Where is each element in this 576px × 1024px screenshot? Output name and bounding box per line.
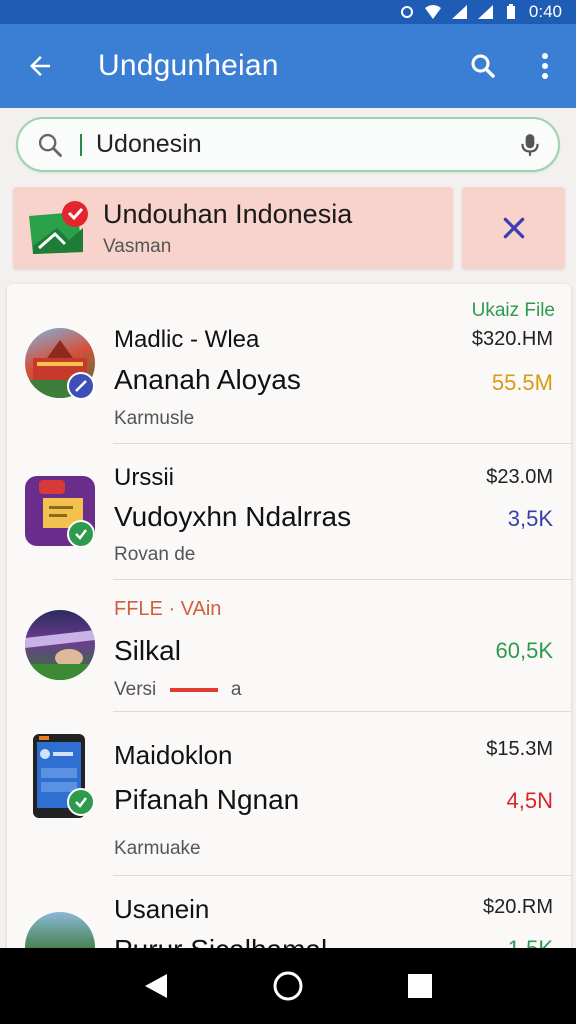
recents-nav-button[interactable] <box>390 956 450 1016</box>
item-subtitle: Karmuake <box>114 838 201 859</box>
signal-icon-2 <box>477 5 493 19</box>
status-time: 0:40 <box>528 2 562 21</box>
item-count: 60,5K <box>495 638 554 663</box>
item-subtitle: Versi <box>114 679 157 700</box>
item-subtitle: Karmusle <box>114 408 195 429</box>
list-item[interactable]: Urssii Vudoyxhn Ndalrras Rovan de $23.0M… <box>7 444 571 580</box>
dismiss-banner-button[interactable] <box>462 187 565 269</box>
app-bar: Undgunheian <box>0 24 576 108</box>
banner-title: Undouhan Indonesia <box>103 198 353 229</box>
search-icon <box>471 54 495 78</box>
system-nav-bar <box>0 948 576 1024</box>
list-item[interactable]: Maidoklon Pifanah Ngnan Karmuake $15.3M … <box>7 712 571 876</box>
status-bar: 0:40 <box>0 0 576 24</box>
search-button[interactable] <box>452 24 514 108</box>
search-area <box>0 108 576 180</box>
map-icon <box>13 198 103 258</box>
item-title: Silkal <box>114 635 181 666</box>
close-icon <box>503 217 524 239</box>
download-list: Ukaiz File Madlic - Wlea Ananah Aloyas K… <box>7 284 571 964</box>
text-cursor <box>80 133 82 156</box>
banner-subtitle: Vasman <box>103 235 172 257</box>
item-line1: Madlic - Wlea <box>114 326 260 353</box>
item-count: 4,5N <box>506 788 553 813</box>
arrow-back-icon <box>30 56 50 76</box>
item-title: Ananah Aloyas <box>114 364 301 395</box>
item-title: Pifanah Ngnan <box>114 784 300 815</box>
item-count: 3,5K <box>507 506 553 531</box>
voice-search-button[interactable] <box>502 132 558 158</box>
mic-icon <box>521 133 539 156</box>
status-badge <box>67 372 95 400</box>
item-size: $15.3M <box>486 738 553 760</box>
wifi-icon <box>424 5 441 19</box>
home-nav-icon <box>273 971 303 1001</box>
page-title: Undgunheian <box>98 49 279 82</box>
app-thumbnail <box>25 610 95 680</box>
sync-icon <box>400 6 413 18</box>
item-subtitle-tail: a <box>230 679 242 700</box>
item-line1: Maidoklon <box>114 740 233 770</box>
item-count: 55.5M <box>491 370 553 395</box>
list-item[interactable]: FFLE · VAin Silkal Versi a 60,5K <box>7 580 571 712</box>
back-nav-icon <box>145 974 167 998</box>
item-subtitle: Rovan de <box>114 544 196 565</box>
item-line1: Usanein <box>114 894 210 924</box>
status-badge <box>67 788 95 816</box>
back-nav-button[interactable] <box>126 956 186 1016</box>
more-vert-icon <box>542 53 548 79</box>
signal-icon <box>451 5 467 19</box>
item-size: $20.RM <box>482 896 553 918</box>
search-input[interactable] <box>96 130 502 159</box>
item-size: $320.HM <box>471 328 553 350</box>
list-item[interactable]: Madlic - Wlea Ananah Aloyas Karmusle $32… <box>7 284 571 444</box>
item-subtitle-row: Versi a <box>114 679 241 701</box>
overflow-menu-button[interactable] <box>514 24 576 108</box>
status-badge <box>67 520 95 548</box>
download-banner[interactable]: Undouhan Indonesia Vasman <box>13 187 453 269</box>
home-nav-button[interactable] <box>258 956 318 1016</box>
item-line1: Urssii <box>114 464 174 491</box>
item-line1: FFLE · VAin <box>114 598 222 620</box>
progress-bar <box>169 687 218 692</box>
item-size: $23.0M <box>486 466 553 488</box>
battery-icon <box>506 4 515 19</box>
recents-nav-icon <box>408 974 432 998</box>
search-bar[interactable] <box>16 117 560 172</box>
item-title: Vudoyxhn Ndalrras <box>114 501 352 532</box>
search-field-icon <box>36 131 80 159</box>
back-button[interactable] <box>0 24 80 108</box>
